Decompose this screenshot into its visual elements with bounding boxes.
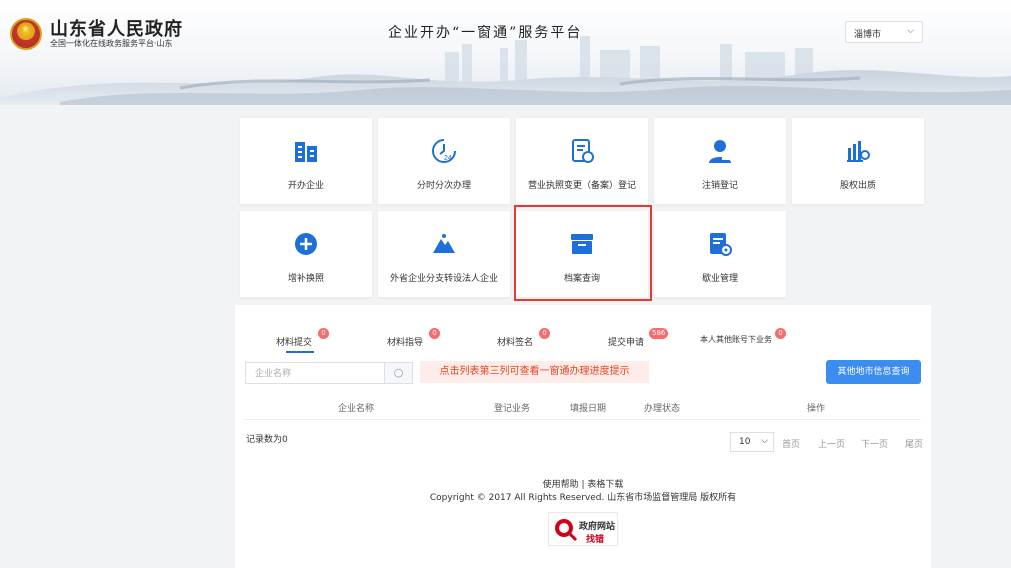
service-tile-label: 注销登记 — [701, 181, 738, 191]
service-tile-label: 增补换照 — [287, 274, 324, 284]
tab-badge: 0 — [318, 328, 329, 339]
pager-prev-page[interactable]: 上一页 — [818, 437, 845, 450]
city-select-value: 淄博市 — [854, 30, 882, 40]
tab-material-signature[interactable]: 材料签名 — [497, 335, 533, 348]
service-tile-license-change[interactable]: 营业执照变更（备案）登记 — [516, 118, 648, 204]
gov-site-label: 政府网站 — [579, 522, 616, 532]
doc-gear-icon — [710, 233, 732, 256]
record-count: 记录数为0 — [246, 435, 288, 445]
find-error-label: 找错 — [586, 535, 605, 545]
active-tab-indicator — [286, 351, 314, 353]
tab-material-submit[interactable]: 材料提交 — [276, 335, 312, 348]
archive-query-highlight-box — [514, 205, 652, 301]
service-tile-label: 歇业管理 — [701, 274, 738, 284]
column-header-registration-business: 登记业务 — [494, 404, 531, 414]
pager-last-page[interactable]: 尾页 — [905, 437, 923, 450]
progress-hint-text: 点击列表第三列可查看一窗通办理进度提示 — [420, 361, 649, 383]
service-tile-label: 分时分次办理 — [416, 181, 471, 191]
service-tile-staged-processing[interactable]: 24 分时分次办理 — [378, 118, 510, 204]
tab-material-guidance[interactable]: 材料指导 — [387, 335, 423, 348]
company-search-box: ○ — [245, 362, 413, 384]
service-tile-label: 股权出质 — [839, 181, 876, 191]
chevron-down-icon: ⌵ — [761, 436, 768, 446]
company-name-input[interactable] — [246, 363, 384, 383]
tab-label: 材料签名 — [497, 338, 534, 348]
gov-subtitle: 全国一体化在线政务服务平台·山东 — [50, 39, 173, 48]
pager-next-page[interactable]: 下一页 — [861, 437, 888, 450]
service-tile-branch-to-legal-entity[interactable]: 外省企业分支转设法人企业 — [378, 211, 510, 297]
service-tile-suspension-management[interactable]: 歇业管理 — [654, 211, 786, 297]
column-header-operation: 操作 — [807, 404, 826, 414]
tab-label: 材料指导 — [387, 338, 424, 348]
page-size-value: 10 — [739, 437, 751, 447]
pager-first-page[interactable]: 首页 — [782, 437, 800, 450]
service-tile-label: 外省企业分支转设法人企业 — [389, 274, 498, 284]
service-tile-open-business[interactable]: 开办企业 — [240, 118, 372, 204]
search-icon[interactable]: ○ — [384, 363, 412, 383]
tab-label: 本人其他账号下业务 — [700, 335, 772, 344]
mountain-icon — [433, 234, 455, 253]
user-card-icon — [709, 140, 731, 163]
tab-badge: 586 — [649, 328, 669, 339]
document-refresh-icon — [572, 139, 594, 163]
column-header-fill-date: 填报日期 — [570, 404, 607, 414]
service-tile-label: 开办企业 — [287, 181, 324, 191]
tab-badge: 0 — [539, 328, 550, 339]
tab-label: 材料提交 — [276, 338, 313, 348]
tab-submit-application[interactable]: 提交申请 — [608, 335, 644, 348]
service-tile-equity-pledge[interactable]: 股权出质 — [792, 118, 924, 204]
tab-badge: 0 — [775, 328, 786, 339]
column-header-status: 办理状态 — [644, 404, 681, 414]
footer-help-links[interactable]: 使用帮助 | 表格下载 — [0, 477, 1011, 490]
footer-copyright: Copyright © 2017 All Rights Reserved. 山东… — [429, 493, 737, 503]
plus-circle-icon — [295, 233, 317, 255]
gov-site-error-report-badge[interactable]: 政府网站 找错 — [548, 512, 618, 546]
service-tile-deregistration[interactable]: 注销登记 — [654, 118, 786, 204]
tab-other-accounts-business[interactable]: 本人其他账号下业务 — [700, 334, 772, 345]
service-tile-license-reissue[interactable]: 增补换照 — [240, 211, 372, 297]
page-size-select[interactable]: 10 ⌵ — [730, 432, 774, 452]
other-city-query-button[interactable]: 其他地市信息查询 — [826, 360, 921, 384]
national-emblem-icon: ★ — [10, 18, 42, 50]
magnifier-icon — [555, 519, 577, 541]
tab-badge: 0 — [429, 328, 440, 339]
table-header-divider — [245, 419, 921, 420]
clock-24-icon: 24 — [432, 139, 456, 163]
platform-title: 企业开办“一窗通”服务平台 — [388, 25, 583, 41]
city-select[interactable]: 淄博市 ⌵ — [845, 21, 923, 43]
column-header-company-name: 企业名称 — [338, 404, 375, 414]
equity-chart-icon — [847, 141, 870, 162]
service-tile-label: 营业执照变更（备案）登记 — [527, 181, 636, 191]
svg-text:24: 24 — [444, 155, 452, 162]
building-icon — [295, 142, 317, 162]
page-header: ★ 山东省人民政府 全国一体化在线政务服务平台·山东 企业开办“一窗通”服务平台… — [0, 0, 1011, 105]
tab-label: 提交申请 — [608, 338, 645, 348]
chevron-down-icon: ⌵ — [907, 26, 914, 36]
